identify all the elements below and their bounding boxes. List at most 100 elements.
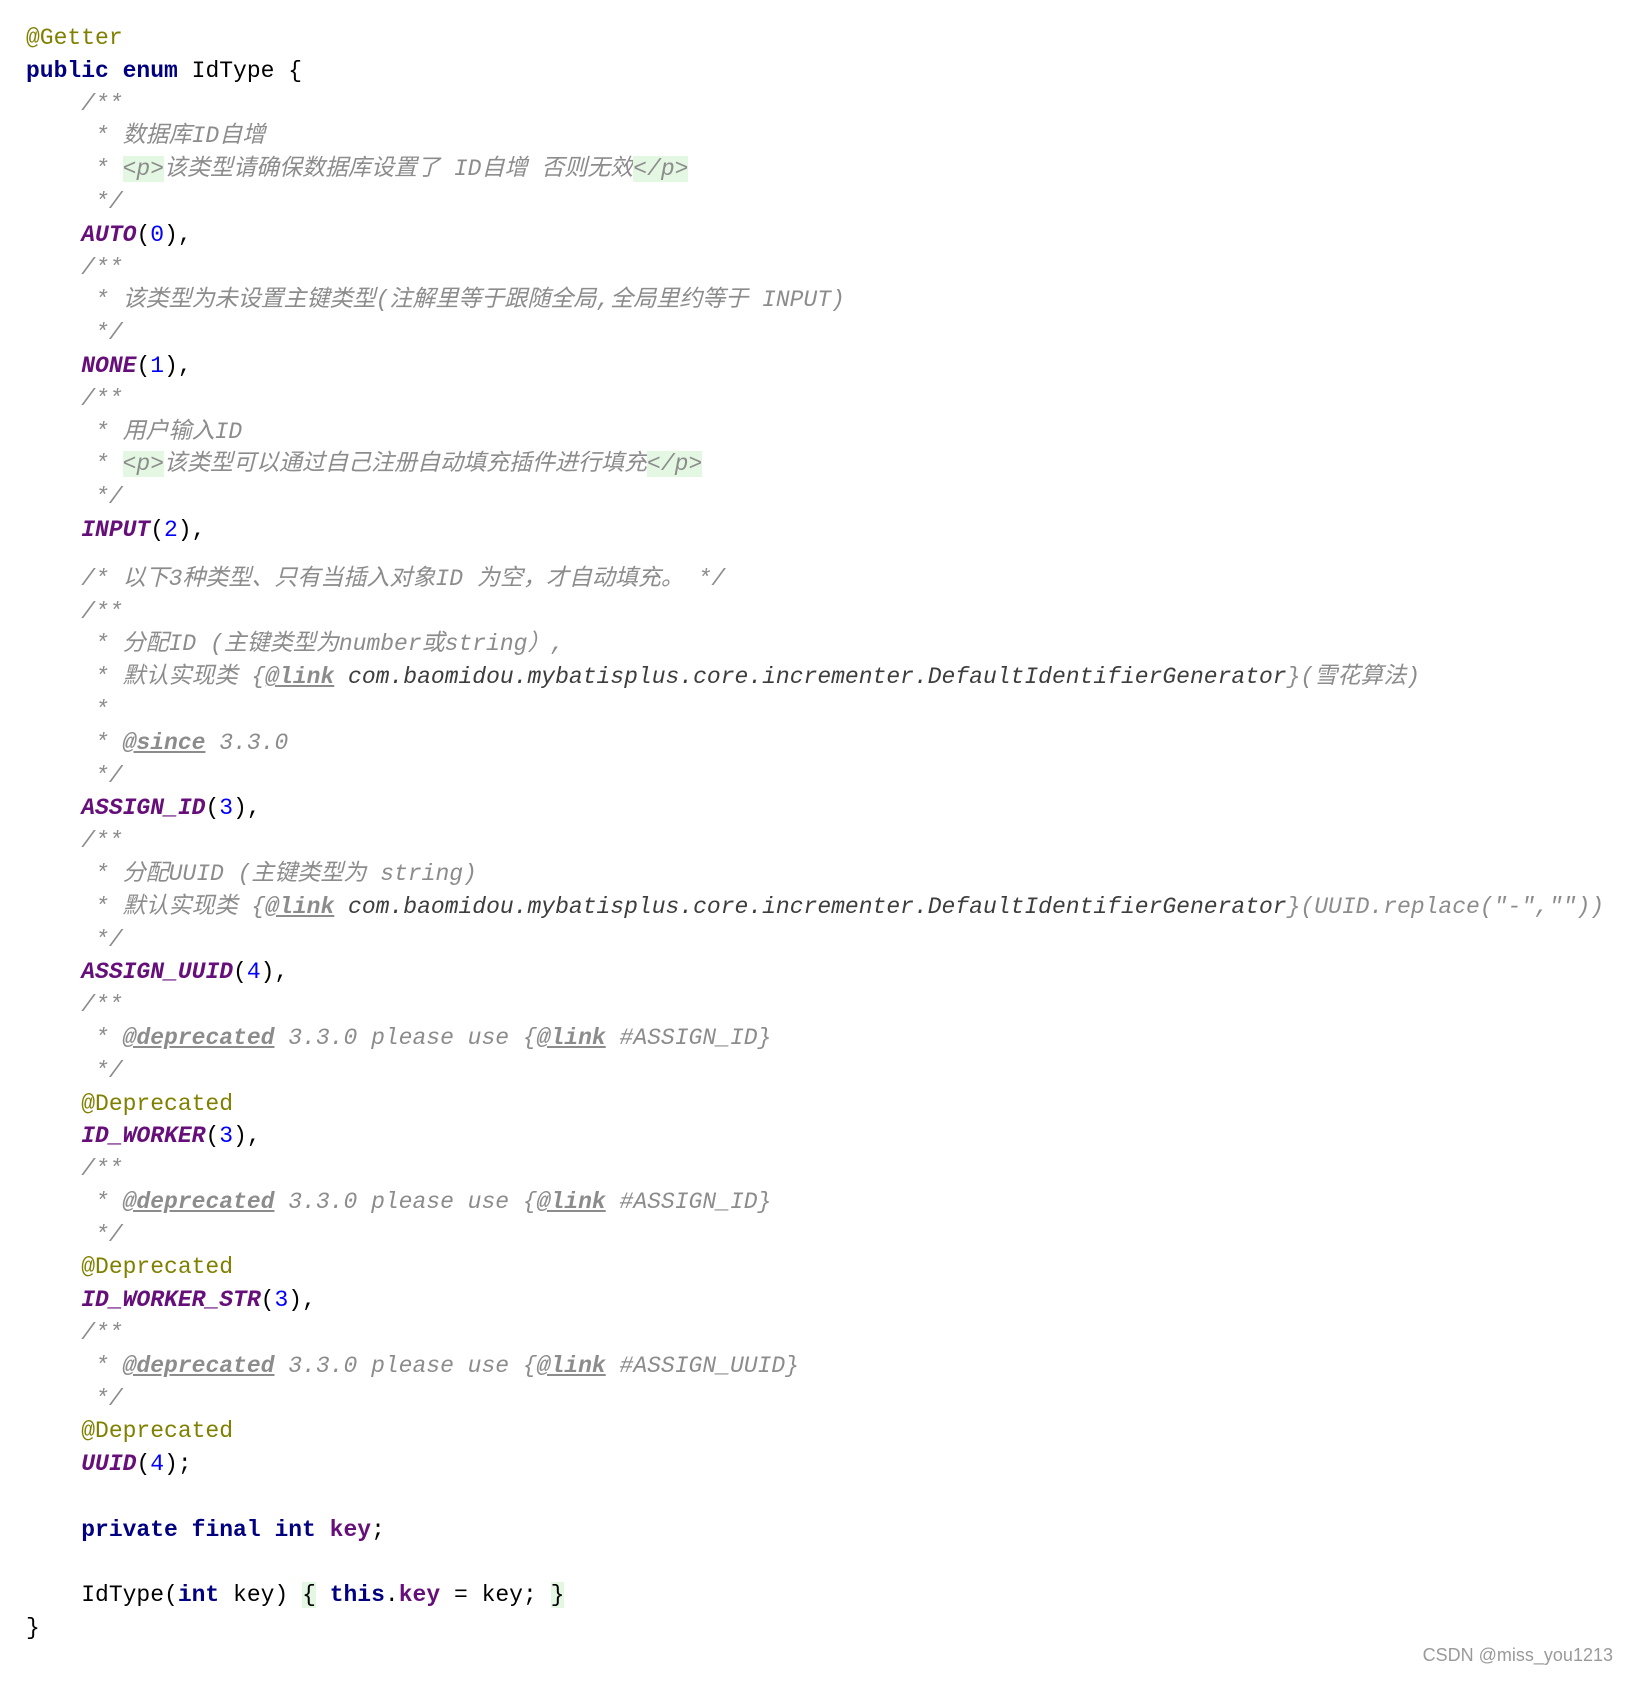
code-text: ( xyxy=(136,352,151,379)
code-line[interactable]: * 用户输入ID xyxy=(26,416,1604,449)
comment: /** xyxy=(26,385,123,412)
code-text: ( xyxy=(136,221,151,248)
code-line[interactable]: private final int key; xyxy=(26,1514,1604,1547)
code-line[interactable]: /* 以下3种类型、只有当插入对象ID 为空，才自动填充。 */ xyxy=(26,563,1604,596)
comment: * xyxy=(26,1352,123,1379)
comment: 3.3.0 please use { xyxy=(274,1352,537,1379)
code-text: ( xyxy=(150,516,165,543)
code-line[interactable]: * @since 3.3.0 xyxy=(26,727,1604,760)
class-reference: com.baomidou.mybatisplus.core.incremente… xyxy=(334,664,1287,691)
comment: * xyxy=(26,1188,123,1215)
code-line[interactable]: */ xyxy=(26,924,1604,957)
code-line[interactable]: IdType(int key) { this.key = key; } xyxy=(26,1579,1604,1612)
code-line[interactable]: public enum IdType { xyxy=(26,55,1604,88)
number-literal: 3 xyxy=(219,1123,234,1150)
keyword: private final int xyxy=(81,1516,330,1543)
code-line[interactable]: /** xyxy=(26,1153,1604,1186)
code-line[interactable]: * <p>该类型请确保数据库设置了 ID自增 否则无效</p> xyxy=(26,153,1604,186)
html-tag: </p> xyxy=(633,156,689,183)
code-line[interactable]: * xyxy=(26,694,1604,727)
comment: /** xyxy=(26,254,123,281)
code-line[interactable]: UUID(4); xyxy=(26,1448,1604,1481)
code-line[interactable]: * @deprecated 3.3.0 please use {@link #A… xyxy=(26,1350,1604,1383)
comment: 3.3.0 xyxy=(205,729,289,756)
code-text: . xyxy=(384,1582,399,1609)
code-text: ( xyxy=(205,1123,220,1150)
code-line[interactable]: ASSIGN_UUID(4), xyxy=(26,956,1604,989)
code-text: ( xyxy=(136,1451,151,1478)
code-line[interactable]: * @deprecated 3.3.0 please use {@link #A… xyxy=(26,1022,1604,1055)
comment: * 数据库ID自增 xyxy=(26,123,266,150)
code-line[interactable]: /** xyxy=(26,88,1604,121)
comment: /** xyxy=(26,598,123,625)
code-line[interactable]: * 默认实现类 {@link com.baomidou.mybatisplus.… xyxy=(26,891,1604,924)
code-line[interactable]: ID_WORKER(3), xyxy=(26,1120,1604,1153)
comment: * xyxy=(26,729,123,756)
code-line[interactable]: */ xyxy=(26,1219,1604,1252)
comment: /** xyxy=(26,992,123,1019)
code-line[interactable]: */ xyxy=(26,481,1604,514)
code-text: IdType( xyxy=(26,1582,178,1609)
code-line[interactable]: */ xyxy=(26,760,1604,793)
code-line[interactable]: NONE(1), xyxy=(26,350,1604,383)
code-line[interactable]: @Deprecated xyxy=(26,1251,1604,1284)
code-line[interactable]: * 数据库ID自增 xyxy=(26,120,1604,153)
comment: * 默认实现类 { xyxy=(26,893,266,920)
number-literal: 1 xyxy=(150,352,165,379)
code-line[interactable]: /** xyxy=(26,596,1604,629)
code-text: ), xyxy=(260,959,289,986)
code-line[interactable]: * 默认实现类 {@link com.baomidou.mybatisplus.… xyxy=(26,661,1604,694)
comment: * 分配ID (主键类型为number或string）, xyxy=(26,631,565,658)
comment: */ xyxy=(26,1221,123,1248)
javadoc-tag: @link xyxy=(265,664,335,691)
code-line[interactable]: @Deprecated xyxy=(26,1415,1604,1448)
code-line[interactable]: ID_WORKER_STR(3), xyxy=(26,1284,1604,1317)
number-literal: 3 xyxy=(274,1287,289,1314)
code-line[interactable]: * <p>该类型可以通过自己注册自动填充插件进行填充</p> xyxy=(26,448,1604,481)
code-line[interactable]: @Getter xyxy=(26,22,1604,55)
code-text: IdType { xyxy=(191,57,303,84)
code-line[interactable]: /** xyxy=(26,989,1604,1022)
code-line[interactable]: /** xyxy=(26,383,1604,416)
javadoc-tag: @link xyxy=(265,893,335,920)
annotation: @Getter xyxy=(26,25,123,51)
code-line[interactable]: } xyxy=(26,1612,1604,1645)
code-line[interactable]: ASSIGN_ID(3), xyxy=(26,792,1604,825)
code-line[interactable]: /** xyxy=(26,1317,1604,1350)
code-line[interactable]: */ xyxy=(26,186,1604,219)
comment: #ASSIGN_ID} xyxy=(605,1024,772,1051)
code-text: ( xyxy=(233,959,247,986)
code-line[interactable]: */ xyxy=(26,1055,1604,1088)
comment: */ xyxy=(26,188,123,215)
code-text: ), xyxy=(177,516,206,543)
code-line[interactable]: INPUT(2), xyxy=(26,514,1604,547)
code-line[interactable]: AUTO(0), xyxy=(26,219,1604,252)
comment: /** xyxy=(26,828,123,855)
keyword: public enum xyxy=(26,57,192,84)
code-line[interactable]: * 分配ID (主键类型为number或string）, xyxy=(26,628,1604,661)
keyword: int xyxy=(177,1582,220,1609)
code-line[interactable]: */ xyxy=(26,1383,1604,1416)
code-line[interactable]: /** xyxy=(26,252,1604,285)
comment: */ xyxy=(26,484,123,511)
code-text: ), xyxy=(233,795,261,822)
comment: 该类型请确保数据库设置了 ID自增 否则无效 xyxy=(164,156,634,183)
code-line[interactable]: * 分配UUID (主键类型为 string) xyxy=(26,858,1604,891)
code-line[interactable]: * 该类型为未设置主键类型(注解里等于跟随全局,全局里约等于 INPUT) xyxy=(26,284,1604,317)
code-line[interactable]: /** xyxy=(26,825,1604,858)
code-line[interactable]: */ xyxy=(26,317,1604,350)
code-editor[interactable]: @Getter public enum IdType { /** * 数据库ID自… xyxy=(26,22,1604,1645)
number-literal: 3 xyxy=(219,795,234,822)
watermark: CSDN @miss_you1213 xyxy=(1422,1645,1613,1665)
code-text: ), xyxy=(164,352,192,379)
code-line[interactable]: * @deprecated 3.3.0 please use {@link #A… xyxy=(26,1186,1604,1219)
code-text: key) xyxy=(219,1582,303,1609)
comment: */ xyxy=(26,1385,123,1412)
annotation: @Deprecated xyxy=(26,1254,234,1281)
code-line[interactable]: @Deprecated xyxy=(26,1088,1604,1121)
number-literal: 2 xyxy=(164,516,178,543)
